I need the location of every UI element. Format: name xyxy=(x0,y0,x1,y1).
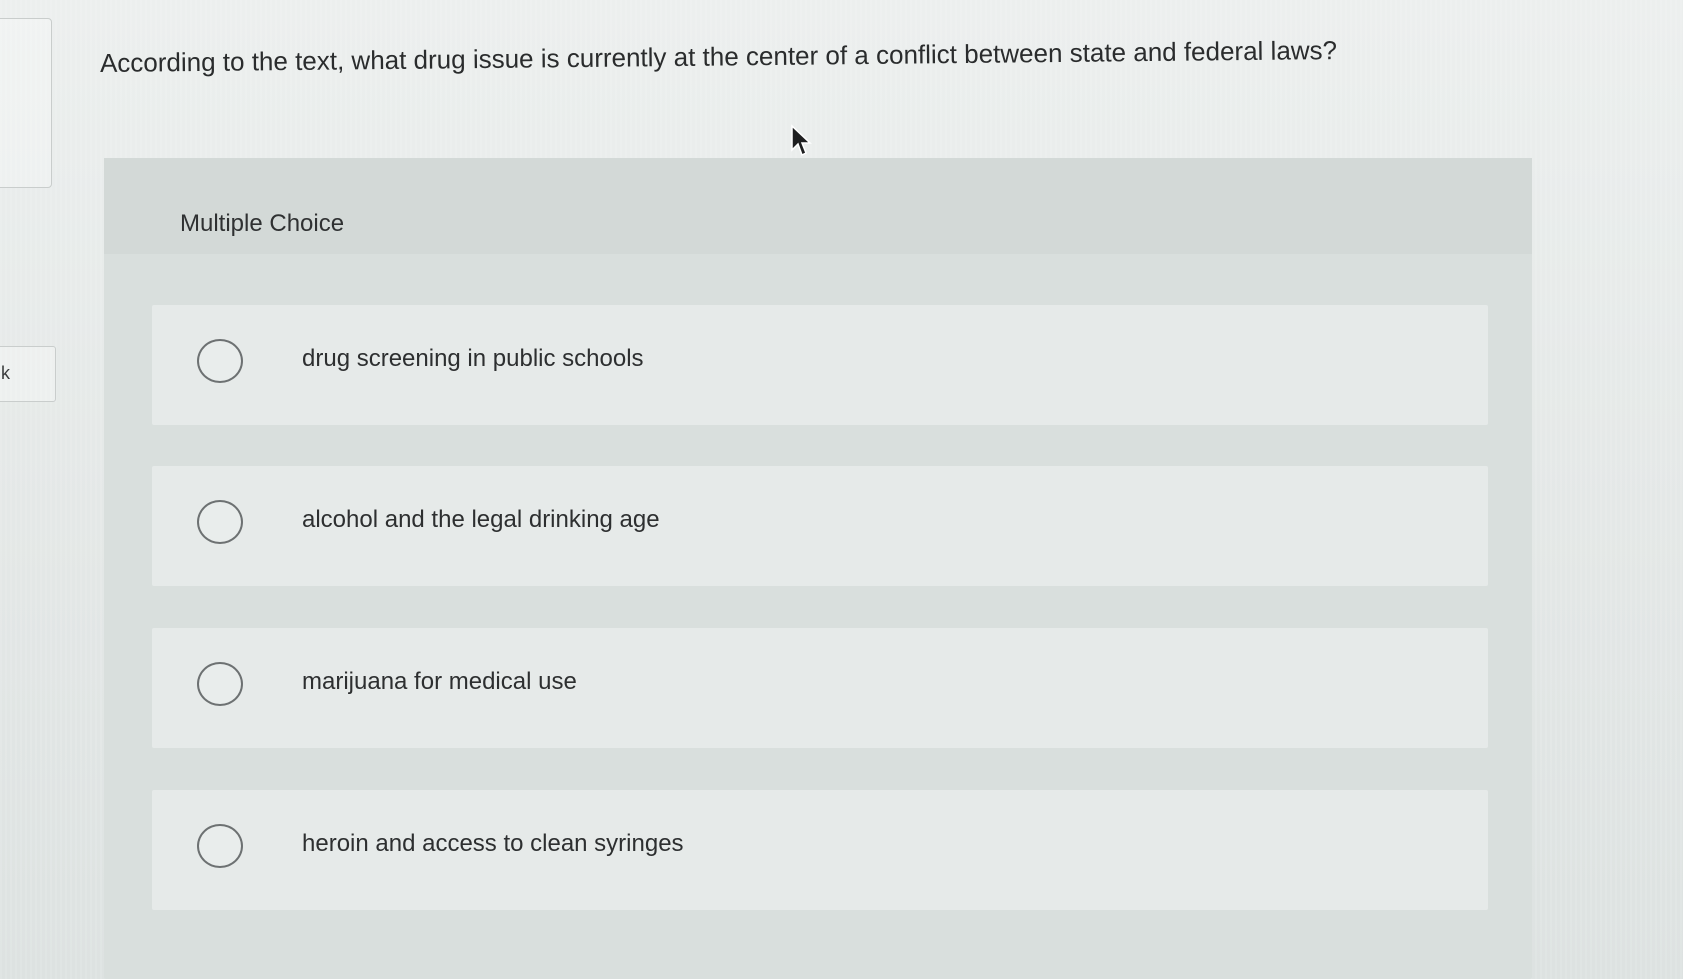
answer-option-label: alcohol and the legal drinking age xyxy=(302,506,660,533)
screen: k According to the text, what drug issue… xyxy=(0,0,1683,979)
answer-option-label: drug screening in public schools xyxy=(302,345,644,372)
radio-unchecked-icon[interactable] xyxy=(197,500,243,544)
radio-unchecked-icon[interactable] xyxy=(197,824,243,868)
radio-unchecked-icon[interactable] xyxy=(197,339,243,383)
answer-option-label: marijuana for medical use xyxy=(302,668,577,695)
radio-unchecked-icon[interactable] xyxy=(197,662,243,706)
mouse-pointer-icon xyxy=(791,124,812,157)
side-tab[interactable]: k xyxy=(0,346,56,402)
answer-option[interactable]: alcohol and the legal drinking age xyxy=(152,466,1488,586)
answer-option-label: heroin and access to clean syringes xyxy=(302,830,684,857)
answer-option[interactable]: drug screening in public schools xyxy=(152,305,1488,425)
question-text: According to the text, what drug issue i… xyxy=(99,35,1338,78)
multiple-choice-header xyxy=(104,158,1532,254)
multiple-choice-label: Multiple Choice xyxy=(180,210,345,237)
answer-option[interactable]: marijuana for medical use xyxy=(152,628,1488,748)
answer-option[interactable]: heroin and access to clean syringes xyxy=(152,790,1488,910)
side-tab-label: k xyxy=(1,363,10,383)
side-panel xyxy=(0,18,52,188)
